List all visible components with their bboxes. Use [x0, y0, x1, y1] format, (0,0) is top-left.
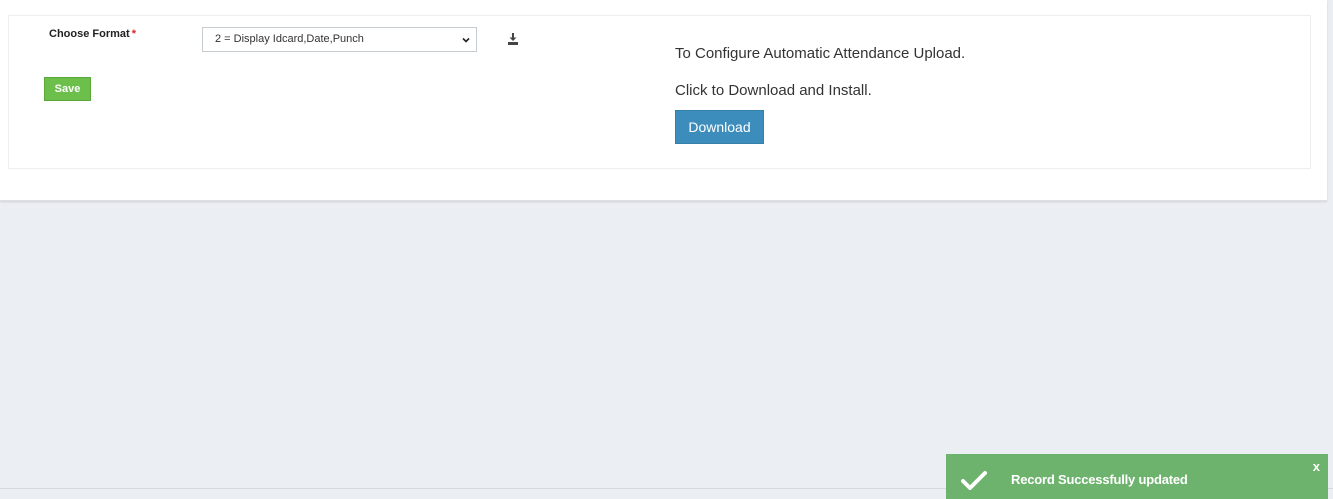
save-button[interactable]: Save — [44, 77, 91, 101]
required-asterisk: * — [131, 28, 136, 40]
toast-close-button[interactable]: x — [1313, 459, 1320, 474]
format-card: Choose Format * 2 = Display Idcard,Date,P… — [0, 0, 1327, 201]
download-install-text: Click to Download and Install. — [675, 82, 872, 99]
configure-upload-text: To Configure Automatic Attendance Upload… — [675, 45, 966, 62]
download-button[interactable]: Download — [675, 110, 764, 144]
download-icon[interactable] — [507, 32, 519, 46]
choose-format-label-text: Choose Format — [49, 28, 130, 40]
toast-message: Record Successfully updated — [1011, 472, 1188, 487]
success-toast: Record Successfully updated x — [946, 454, 1328, 499]
chevron-down-icon — [462, 37, 470, 43]
format-select[interactable]: 2 = Display Idcard,Date,Punch — [202, 27, 477, 52]
choose-format-label: Choose Format * — [49, 28, 136, 40]
check-icon — [961, 471, 987, 490]
format-select-value: 2 = Display Idcard,Date,Punch — [215, 33, 364, 45]
